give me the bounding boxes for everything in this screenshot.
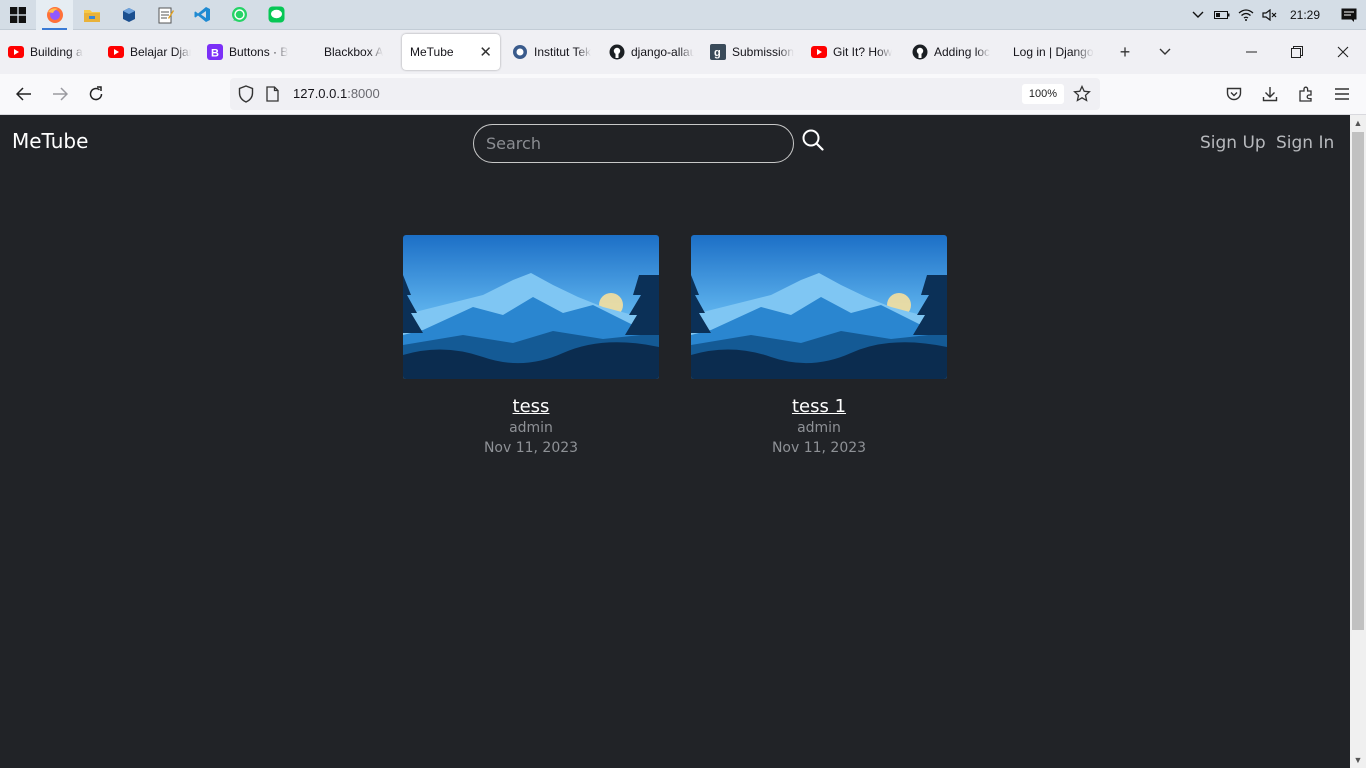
battery-icon[interactable] (1210, 0, 1234, 30)
search-input[interactable] (473, 124, 794, 163)
github-icon (912, 44, 928, 60)
url-port: :8000 (347, 86, 380, 101)
wifi-icon[interactable] (1234, 0, 1258, 30)
tab-git-it[interactable]: Git It? How (803, 34, 904, 70)
youtube-icon (811, 44, 827, 60)
restore-icon[interactable] (1274, 30, 1320, 74)
github-icon (609, 44, 625, 60)
browser-tab-strip: Building a Belajar Djan B Buttons · B Bl… (0, 30, 1366, 74)
close-tab-icon[interactable]: ✕ (471, 43, 492, 61)
tab-title: Adding loc (934, 45, 991, 59)
tab-title: Buttons · B (229, 45, 289, 59)
volume-muted-icon[interactable] (1258, 0, 1282, 30)
tab-title: Institut Tek (534, 45, 592, 59)
tab-belajar-django[interactable]: Belajar Djan (100, 34, 199, 70)
youtube-icon (8, 44, 24, 60)
navigation-toolbar: 127.0.0.1:8000 100% (0, 74, 1366, 115)
video-thumbnail[interactable] (691, 235, 947, 379)
scroll-down-arrow-icon[interactable]: ▼ (1350, 752, 1366, 768)
new-tab-icon[interactable]: + (1105, 34, 1145, 70)
file-explorer-icon[interactable] (73, 0, 110, 30)
tab-django-allauth[interactable]: django-allau (601, 34, 702, 70)
video-title-link[interactable]: tess 1 (792, 396, 846, 417)
scroll-up-arrow-icon[interactable]: ▲ (1350, 115, 1366, 131)
svg-text:g: g (714, 47, 721, 59)
system-tray: 21:29 (1186, 0, 1366, 30)
notification-center-icon[interactable] (1332, 0, 1366, 30)
sign-in-link[interactable]: Sign In (1276, 133, 1334, 153)
address-bar[interactable]: 127.0.0.1:8000 100% (230, 78, 1100, 110)
youtube-icon (108, 44, 124, 60)
pocket-icon[interactable] (1220, 80, 1248, 108)
hamburger-menu-icon[interactable] (1328, 80, 1356, 108)
tab-building[interactable]: Building a (0, 34, 100, 70)
video-card: tess 1 admin Nov 11, 2023 (691, 235, 947, 456)
search-icon[interactable] (802, 129, 826, 153)
tab-title: MeTube (410, 45, 454, 59)
chevron-up-icon[interactable] (1186, 0, 1210, 30)
zoom-level-button[interactable]: 100% (1022, 84, 1064, 104)
tab-title: Belajar Djan (130, 45, 191, 59)
downloads-icon[interactable] (1256, 80, 1284, 108)
taskbar-clock[interactable]: 21:29 (1282, 8, 1332, 22)
line-icon[interactable] (258, 0, 295, 30)
tab-adding-locale[interactable]: Adding loc (904, 34, 1005, 70)
firefox-icon[interactable] (36, 0, 73, 30)
video-thumbnail[interactable] (403, 235, 659, 379)
metube-page: MeTube Sign Up Sign In tess admin Nov 11… (0, 115, 1350, 768)
video-card: tess admin Nov 11, 2023 (403, 235, 659, 456)
site-brand[interactable]: MeTube (12, 129, 88, 153)
video-author: admin (797, 420, 841, 436)
scrollbar-thumb[interactable] (1352, 132, 1364, 630)
tab-title: Building a (30, 45, 83, 59)
video-date: Nov 11, 2023 (483, 440, 579, 456)
video-title-link[interactable]: tess (513, 396, 550, 417)
tab-django-login[interactable]: Log in | Django (1005, 34, 1105, 70)
url-text[interactable]: 127.0.0.1:8000 (293, 86, 380, 101)
page-scrollbar[interactable]: ▲ ▼ (1350, 115, 1366, 768)
tab-title: Submission (732, 45, 795, 59)
tab-submission[interactable]: g Submission (702, 34, 803, 70)
back-arrow-icon[interactable] (10, 80, 38, 108)
list-all-tabs-icon[interactable] (1145, 34, 1185, 70)
tab-title: Blackbox A (324, 45, 384, 59)
institut-icon (512, 44, 528, 60)
tab-title: django-allau (631, 45, 694, 59)
minimize-icon[interactable] (1228, 30, 1274, 74)
bookmark-star-icon[interactable] (1073, 84, 1091, 108)
svg-text:B: B (211, 48, 219, 60)
url-host: 127.0.0.1 (293, 86, 348, 101)
gradescope-icon: g (710, 44, 726, 60)
windows-start-icon[interactable] (0, 0, 36, 30)
extensions-icon[interactable] (1292, 80, 1320, 108)
notepad-icon[interactable] (147, 0, 184, 30)
video-author: admin (509, 420, 553, 436)
reload-icon[interactable] (82, 80, 110, 108)
tab-title: Git It? How (833, 45, 893, 59)
virtualbox-icon[interactable] (110, 0, 147, 30)
bootstrap-icon: B (207, 44, 223, 60)
tab-blackbox[interactable]: Blackbox A (298, 34, 402, 70)
tab-institut[interactable]: Institut Tek (500, 34, 601, 70)
forward-arrow-icon[interactable] (46, 80, 74, 108)
sign-up-link[interactable]: Sign Up (1200, 133, 1266, 153)
tab-buttons-bootstrap[interactable]: B Buttons · B (199, 34, 298, 70)
vscode-icon[interactable] (184, 0, 221, 30)
close-window-icon[interactable] (1320, 30, 1366, 74)
tracking-protection-shield-icon[interactable] (238, 85, 254, 108)
windows-taskbar: 21:29 (0, 0, 1366, 30)
whatsapp-icon[interactable] (221, 0, 258, 30)
page-info-icon[interactable] (266, 86, 279, 107)
tab-metube[interactable]: MeTube ✕ (402, 34, 500, 70)
tab-title: Log in | Django (1013, 45, 1094, 59)
video-date: Nov 11, 2023 (771, 440, 867, 456)
